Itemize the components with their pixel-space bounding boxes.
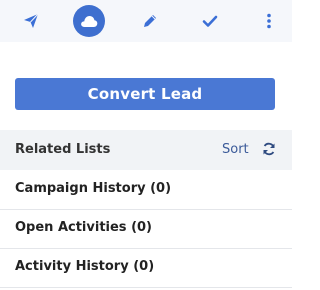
related-list-item-campaign-history[interactable]: Campaign History (0): [0, 170, 292, 210]
edit-button[interactable]: [134, 5, 166, 37]
related-list-label: Activity History (0): [15, 259, 155, 274]
related-lists-header: Related Lists Sort: [0, 130, 292, 170]
related-list-item-open-activities[interactable]: Open Activities (0): [0, 209, 292, 249]
action-toolbar: [0, 0, 292, 42]
related-list-label: Campaign History (0): [15, 181, 172, 196]
more-vertical-icon: [267, 13, 271, 29]
related-lists-title: Related Lists: [15, 142, 111, 157]
cloud-button[interactable]: [73, 5, 105, 37]
more-actions-button[interactable]: [253, 5, 285, 37]
sort-button[interactable]: Sort: [222, 142, 249, 157]
refresh-icon[interactable]: [262, 142, 276, 156]
cloud-icon: [81, 16, 98, 27]
convert-lead-button[interactable]: Convert Lead: [15, 78, 275, 110]
pencil-icon: [144, 15, 156, 27]
related-list-label: Open Activities (0): [15, 220, 153, 235]
send-icon: [24, 13, 39, 28]
related-list-item-activity-history[interactable]: Activity History (0): [0, 248, 292, 288]
approve-button[interactable]: [194, 5, 226, 37]
send-button[interactable]: [15, 5, 47, 37]
check-icon: [202, 15, 218, 27]
